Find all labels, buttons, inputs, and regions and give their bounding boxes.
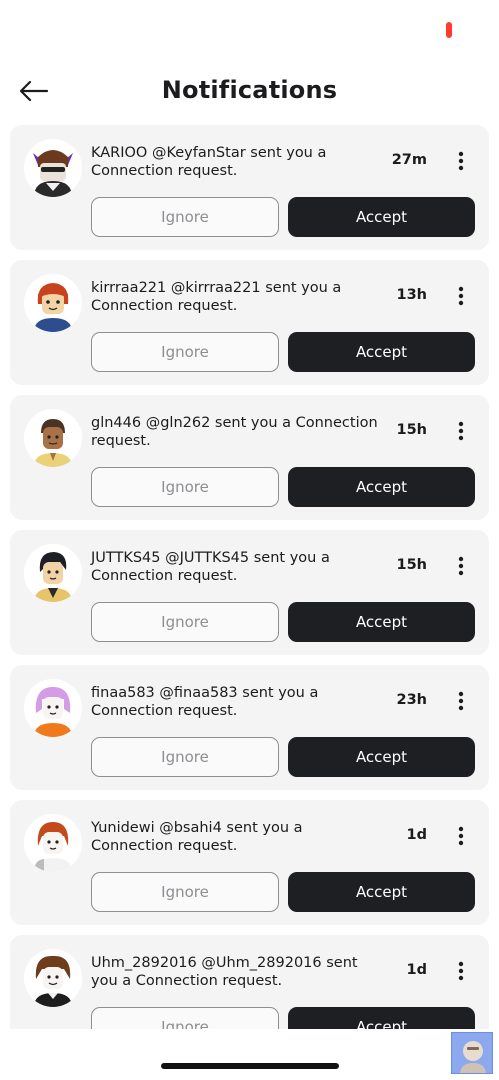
avatar[interactable] [24,409,82,467]
avatar[interactable] [24,949,82,1007]
avatar[interactable] [24,274,82,332]
notification-text: kirrraa221 @kirrraa221 sent you a Connec… [91,280,342,314]
accept-button[interactable]: Accept [288,197,475,237]
more-vertical-icon [458,421,464,441]
notification-card: gln446 @gln262 sent you a Connection req… [10,395,489,520]
notification-time: 15h [396,557,427,573]
notification-time: 15h [396,422,427,438]
more-options-button[interactable] [451,282,471,310]
avatar-image [24,949,82,1007]
ignore-button[interactable]: Ignore [91,332,279,372]
ignore-button[interactable]: Ignore [91,872,279,912]
notification-list[interactable]: KARIOO @KeyfanStar sent you a Connection… [10,125,489,1029]
notification-card: finaa583 @finaa583 sent you a Connection… [10,665,489,790]
notification-time: 27m [391,152,427,168]
notification-time: 23h [396,692,427,708]
page-title: Notifications [161,76,338,104]
notification-card: Uhm_2892016 @Uhm_2892016 sent you a Conn… [10,935,489,1029]
notification-text: JUTTKS45 @JUTTKS45 sent you a Connection… [91,550,330,584]
accept-button[interactable]: Accept [288,1007,475,1029]
avatar-thumbnail-icon [452,1033,492,1073]
more-options-button[interactable] [451,417,471,445]
more-vertical-icon [458,961,464,981]
notification-card: KARIOO @KeyfanStar sent you a Connection… [10,125,489,250]
avatar-image [24,544,82,602]
profile-thumbnail[interactable] [451,1032,493,1074]
accept-button[interactable]: Accept [288,737,475,777]
ignore-button[interactable]: Ignore [91,1007,279,1029]
more-options-button[interactable] [451,957,471,985]
notification-text: gln446 @gln262 sent you a Connection req… [91,415,378,449]
notification-card: kirrraa221 @kirrraa221 sent you a Connec… [10,260,489,385]
more-vertical-icon [458,286,464,306]
more-vertical-icon [458,691,464,711]
avatar[interactable] [24,679,82,737]
ignore-button[interactable]: Ignore [91,197,279,237]
more-options-button[interactable] [451,552,471,580]
accept-button[interactable]: Accept [288,332,475,372]
ignore-button[interactable]: Ignore [91,602,279,642]
notification-text: KARIOO @KeyfanStar sent you a Connection… [91,145,327,179]
ignore-button[interactable]: Ignore [91,467,279,507]
notification-time: 1d [406,962,427,978]
avatar[interactable] [24,139,82,197]
notification-card: JUTTKS45 @JUTTKS45 sent you a Connection… [10,530,489,655]
more-options-button[interactable] [451,147,471,175]
avatar-image [24,409,82,467]
avatar[interactable] [24,544,82,602]
more-vertical-icon [458,826,464,846]
notification-text: Uhm_2892016 @Uhm_2892016 sent you a Conn… [91,955,358,989]
avatar[interactable] [24,814,82,872]
notification-time: 13h [396,287,427,303]
notification-text: Yunidewi @bsahi4 sent you a Connection r… [91,820,303,854]
home-indicator [161,1063,339,1069]
status-indicator [446,22,452,38]
notification-text: finaa583 @finaa583 sent you a Connection… [91,685,319,719]
accept-button[interactable]: Accept [288,467,475,507]
avatar-image [24,139,82,197]
accept-button[interactable]: Accept [288,872,475,912]
avatar-image [24,274,82,332]
avatar-image [24,679,82,737]
notification-card: Yunidewi @bsahi4 sent you a Connection r… [10,800,489,925]
more-options-button[interactable] [451,822,471,850]
notification-time: 1d [406,827,427,843]
more-vertical-icon [458,556,464,576]
more-vertical-icon [458,151,464,171]
ignore-button[interactable]: Ignore [91,737,279,777]
header: Notifications [0,62,499,122]
accept-button[interactable]: Accept [288,602,475,642]
more-options-button[interactable] [451,687,471,715]
avatar-image [24,814,82,872]
